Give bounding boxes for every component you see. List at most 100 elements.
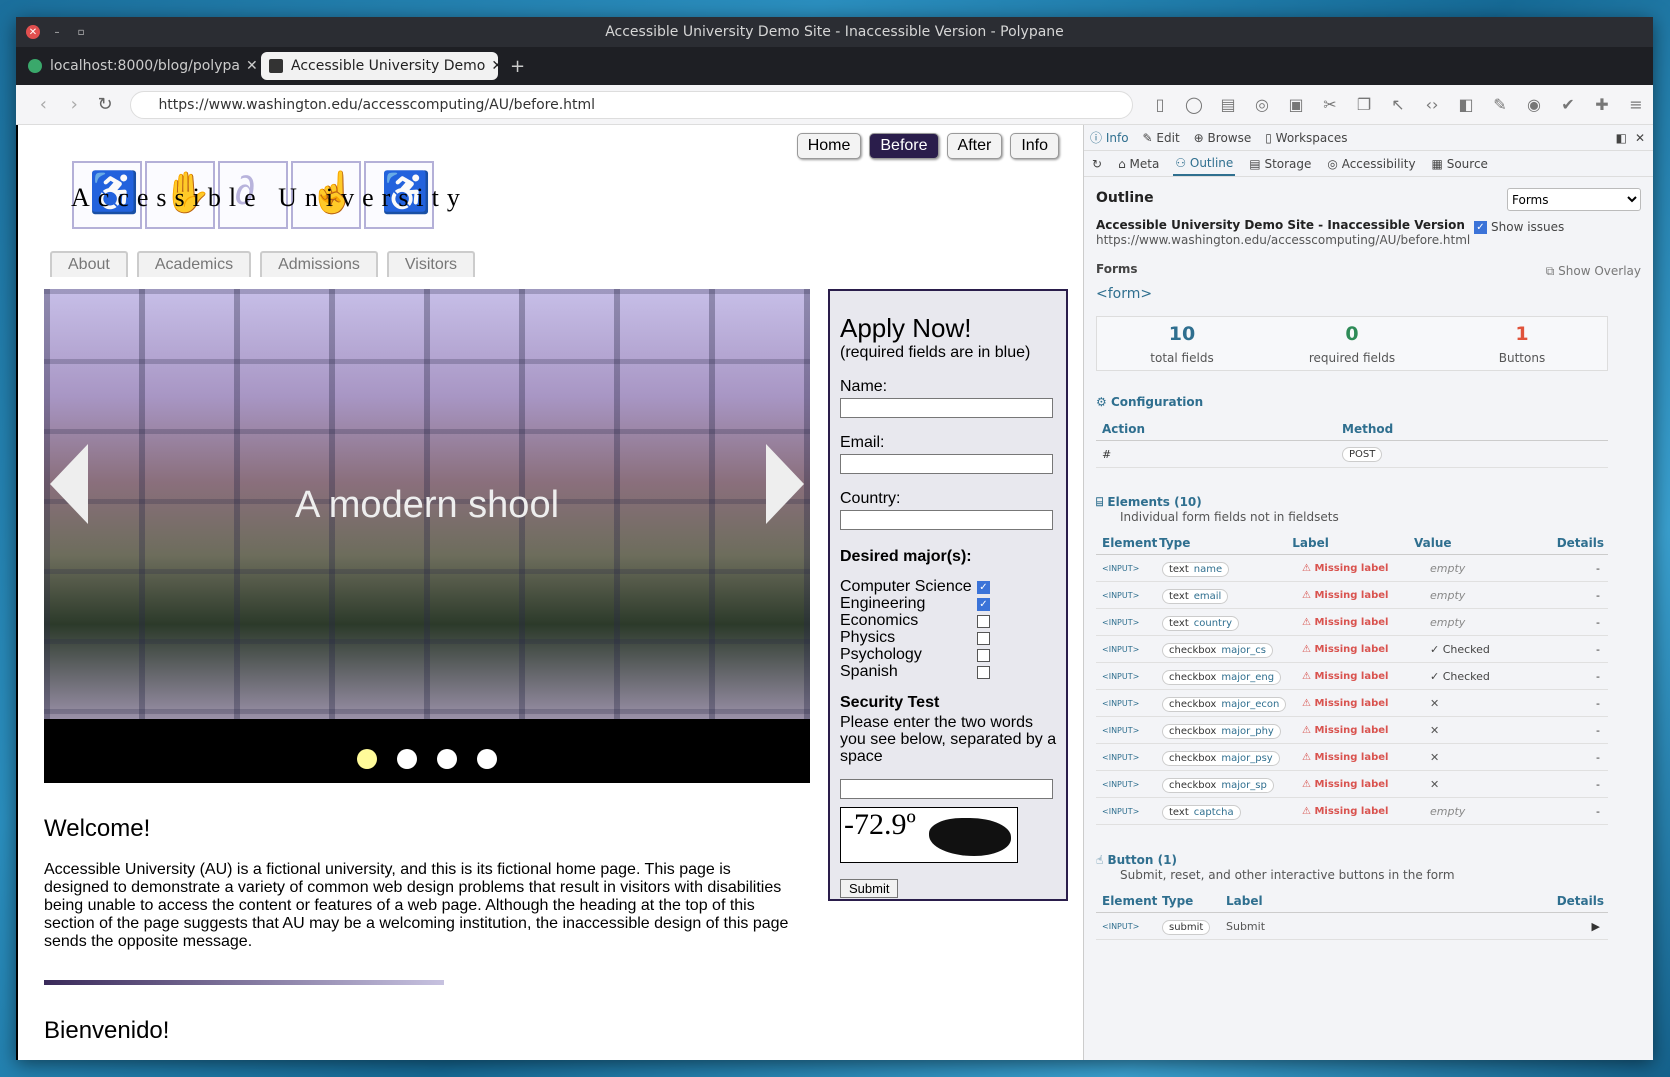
element-row[interactable]: <INPUT> text captcha ⚠ Missing label empty - xyxy=(1096,798,1608,825)
sidebar-icon[interactable]: ◧ xyxy=(1449,95,1483,114)
settings-icon[interactable]: ≡ xyxy=(1619,95,1653,114)
code-icon[interactable]: ‹› xyxy=(1415,95,1449,114)
tab-workspaces[interactable]: ▯ Workspaces xyxy=(1265,131,1347,145)
dock-icon[interactable]: ◧ xyxy=(1616,131,1627,145)
show-issues-checkbox[interactable]: ✓ xyxy=(1474,220,1487,234)
slider-dot[interactable] xyxy=(397,749,417,769)
camera-icon[interactable]: ◎ xyxy=(1245,95,1279,114)
slider-dots xyxy=(44,749,810,769)
slider-caption: A modern shool xyxy=(294,484,560,526)
show-overlay-button[interactable]: ⧉ Show Overlay xyxy=(1546,264,1641,279)
tools-icon[interactable]: ✂ xyxy=(1313,95,1347,114)
new-tab-icon[interactable]: + xyxy=(510,56,525,77)
tab-browse[interactable]: ⊕ Browse xyxy=(1194,131,1252,145)
image-icon[interactable]: ▣ xyxy=(1279,95,1313,114)
form-stats: 10 total fields 0 required fields 1 Buttons xyxy=(1096,316,1608,371)
tab-academics[interactable]: Academics xyxy=(136,251,252,277)
stat-required-fields: 0 required fields xyxy=(1308,323,1396,365)
elements-table: Element Type Label Value Details <INPUT>… xyxy=(1096,536,1608,825)
element-value: empty xyxy=(1430,615,1466,629)
tab-bar: localhost:8000/blog/polypa ✕ Accessible … xyxy=(16,47,1653,85)
element-row[interactable]: <INPUT> checkbox major_psy ⚠ Missing label ✕… xyxy=(1096,744,1608,771)
grid-icon[interactable]: ▤ xyxy=(1211,95,1245,114)
layout-icon[interactable]: ▯ xyxy=(1143,95,1177,114)
url-bar[interactable]: https://www.washington.edu/accesscomputi… xyxy=(130,90,1133,119)
show-issues-label: Show issues xyxy=(1491,220,1565,234)
element-row[interactable]: <INPUT> checkbox major_sp ⚠ Missing label ✕ - xyxy=(1096,771,1608,798)
site-section-tabs: About Academics Admissions Visitors xyxy=(50,251,476,277)
required-note: (required fields are in blue) xyxy=(840,344,1031,361)
element-details: - xyxy=(1596,642,1600,656)
tab-about[interactable]: About xyxy=(50,251,128,277)
element-row[interactable]: <INPUT> text name ⚠ Missing label empty - xyxy=(1096,555,1608,582)
element-label-issue: ⚠ Missing label xyxy=(1302,724,1389,736)
tab-accessibility[interactable]: ◎ Accessibility xyxy=(1325,153,1417,175)
forward-icon[interactable]: › xyxy=(59,94,90,115)
tab-admissions[interactable]: Admissions xyxy=(260,251,378,277)
slider-dot[interactable] xyxy=(477,749,497,769)
nav-info-button[interactable]: Info xyxy=(1010,133,1059,159)
element-row[interactable]: <INPUT> checkbox major_cs ⚠ Missing label ✓ … xyxy=(1096,636,1608,663)
window-icon[interactable]: ❐ xyxy=(1347,95,1381,114)
major-row: Psychology xyxy=(840,646,990,663)
element-row[interactable]: <INPUT> checkbox major_eng ⚠ Missing label ✓… xyxy=(1096,663,1608,690)
major-checkbox[interactable] xyxy=(977,649,990,662)
captcha-field[interactable] xyxy=(840,779,1053,799)
user-icon[interactable]: ◯ xyxy=(1177,95,1211,114)
major-checkbox[interactable] xyxy=(977,615,990,628)
refresh-icon[interactable]: ↻ xyxy=(1090,153,1104,175)
button-heading: ☝ Button (1) xyxy=(1096,853,1177,867)
site-top-nav: Home Before After Info xyxy=(796,133,1059,159)
element-value: ✓ Checked xyxy=(1430,642,1490,656)
outline-type-select[interactable]: Forms xyxy=(1507,188,1641,211)
extensions-icon[interactable]: ✚ xyxy=(1585,95,1619,114)
nav-before-button[interactable]: Before xyxy=(869,133,939,159)
tab-storage[interactable]: ▤ Storage xyxy=(1247,153,1313,175)
tab-outline[interactable]: ⚇ Outline xyxy=(1173,152,1236,176)
element-row[interactable]: <INPUT> text email ⚠ Missing label empty - xyxy=(1096,582,1608,609)
color-icon[interactable]: ✔ xyxy=(1551,95,1585,114)
name-field[interactable] xyxy=(840,398,1053,418)
back-icon[interactable]: ‹ xyxy=(28,94,59,115)
slider-dot[interactable] xyxy=(437,749,457,769)
tab-edit[interactable]: ✎ Edit xyxy=(1143,131,1180,145)
accessibility-icon[interactable]: ◉ xyxy=(1517,95,1551,114)
tab-meta[interactable]: ⌂ Meta xyxy=(1116,153,1161,175)
pen-icon[interactable]: ✎ xyxy=(1483,95,1517,114)
tab-source[interactable]: ▦ Source xyxy=(1430,153,1490,175)
stat-buttons: 1 Buttons xyxy=(1498,323,1546,365)
nav-home-button[interactable]: Home xyxy=(796,133,862,159)
element-row[interactable]: <INPUT> text country ⚠ Missing label empty - xyxy=(1096,609,1608,636)
divider xyxy=(44,980,444,985)
close-panel-icon[interactable]: ✕ xyxy=(1635,131,1645,145)
major-checkbox[interactable]: ✓ xyxy=(977,581,990,594)
major-checkbox[interactable] xyxy=(977,666,990,679)
element-tag: <INPUT> xyxy=(1102,644,1140,654)
reload-icon[interactable]: ↻ xyxy=(90,94,121,115)
major-checkbox[interactable]: ✓ xyxy=(977,598,990,611)
nav-after-button[interactable]: After xyxy=(946,133,1003,159)
element-label-issue: ⚠ Missing label xyxy=(1302,751,1389,763)
tab-accessible-university[interactable]: Accessible University Demo ✕ xyxy=(261,52,498,80)
close-tab-icon[interactable]: ✕ xyxy=(485,58,498,74)
tab-info[interactable]: ⓘ Info xyxy=(1090,129,1129,146)
email-field[interactable] xyxy=(840,454,1053,474)
major-label: Physics xyxy=(840,629,896,646)
window-title: Accessible University Demo Site - Inacce… xyxy=(605,24,1064,40)
tab-localhost[interactable]: localhost:8000/blog/polypa ✕ xyxy=(20,52,257,80)
element-value: ✕ xyxy=(1430,723,1440,737)
submit-button[interactable]: Submit xyxy=(840,879,899,898)
slider-dot[interactable] xyxy=(357,749,377,769)
button-row[interactable]: <INPUT> submit Submit ▶ xyxy=(1096,913,1608,940)
devtools-sub-tabs: ↻ ⌂ Meta ⚇ Outline ▤ Storage ◎ Accessibi… xyxy=(1084,151,1653,177)
element-row[interactable]: <INPUT> checkbox major_phy ⚠ Missing label ✕… xyxy=(1096,717,1608,744)
close-tab-icon[interactable]: ✕ xyxy=(240,58,257,74)
expand-icon: ▶ xyxy=(1591,919,1600,933)
inspect-icon[interactable]: ↖ xyxy=(1381,95,1415,114)
country-field[interactable] xyxy=(840,510,1053,530)
major-checkbox[interactable] xyxy=(977,632,990,645)
element-row[interactable]: <INPUT> checkbox major_econ ⚠ Missing label… xyxy=(1096,690,1608,717)
form-tag[interactable]: <form> xyxy=(1096,286,1152,302)
show-issues-toggle[interactable]: ✓ Show issues xyxy=(1474,220,1564,234)
tab-visitors[interactable]: Visitors xyxy=(386,251,476,277)
